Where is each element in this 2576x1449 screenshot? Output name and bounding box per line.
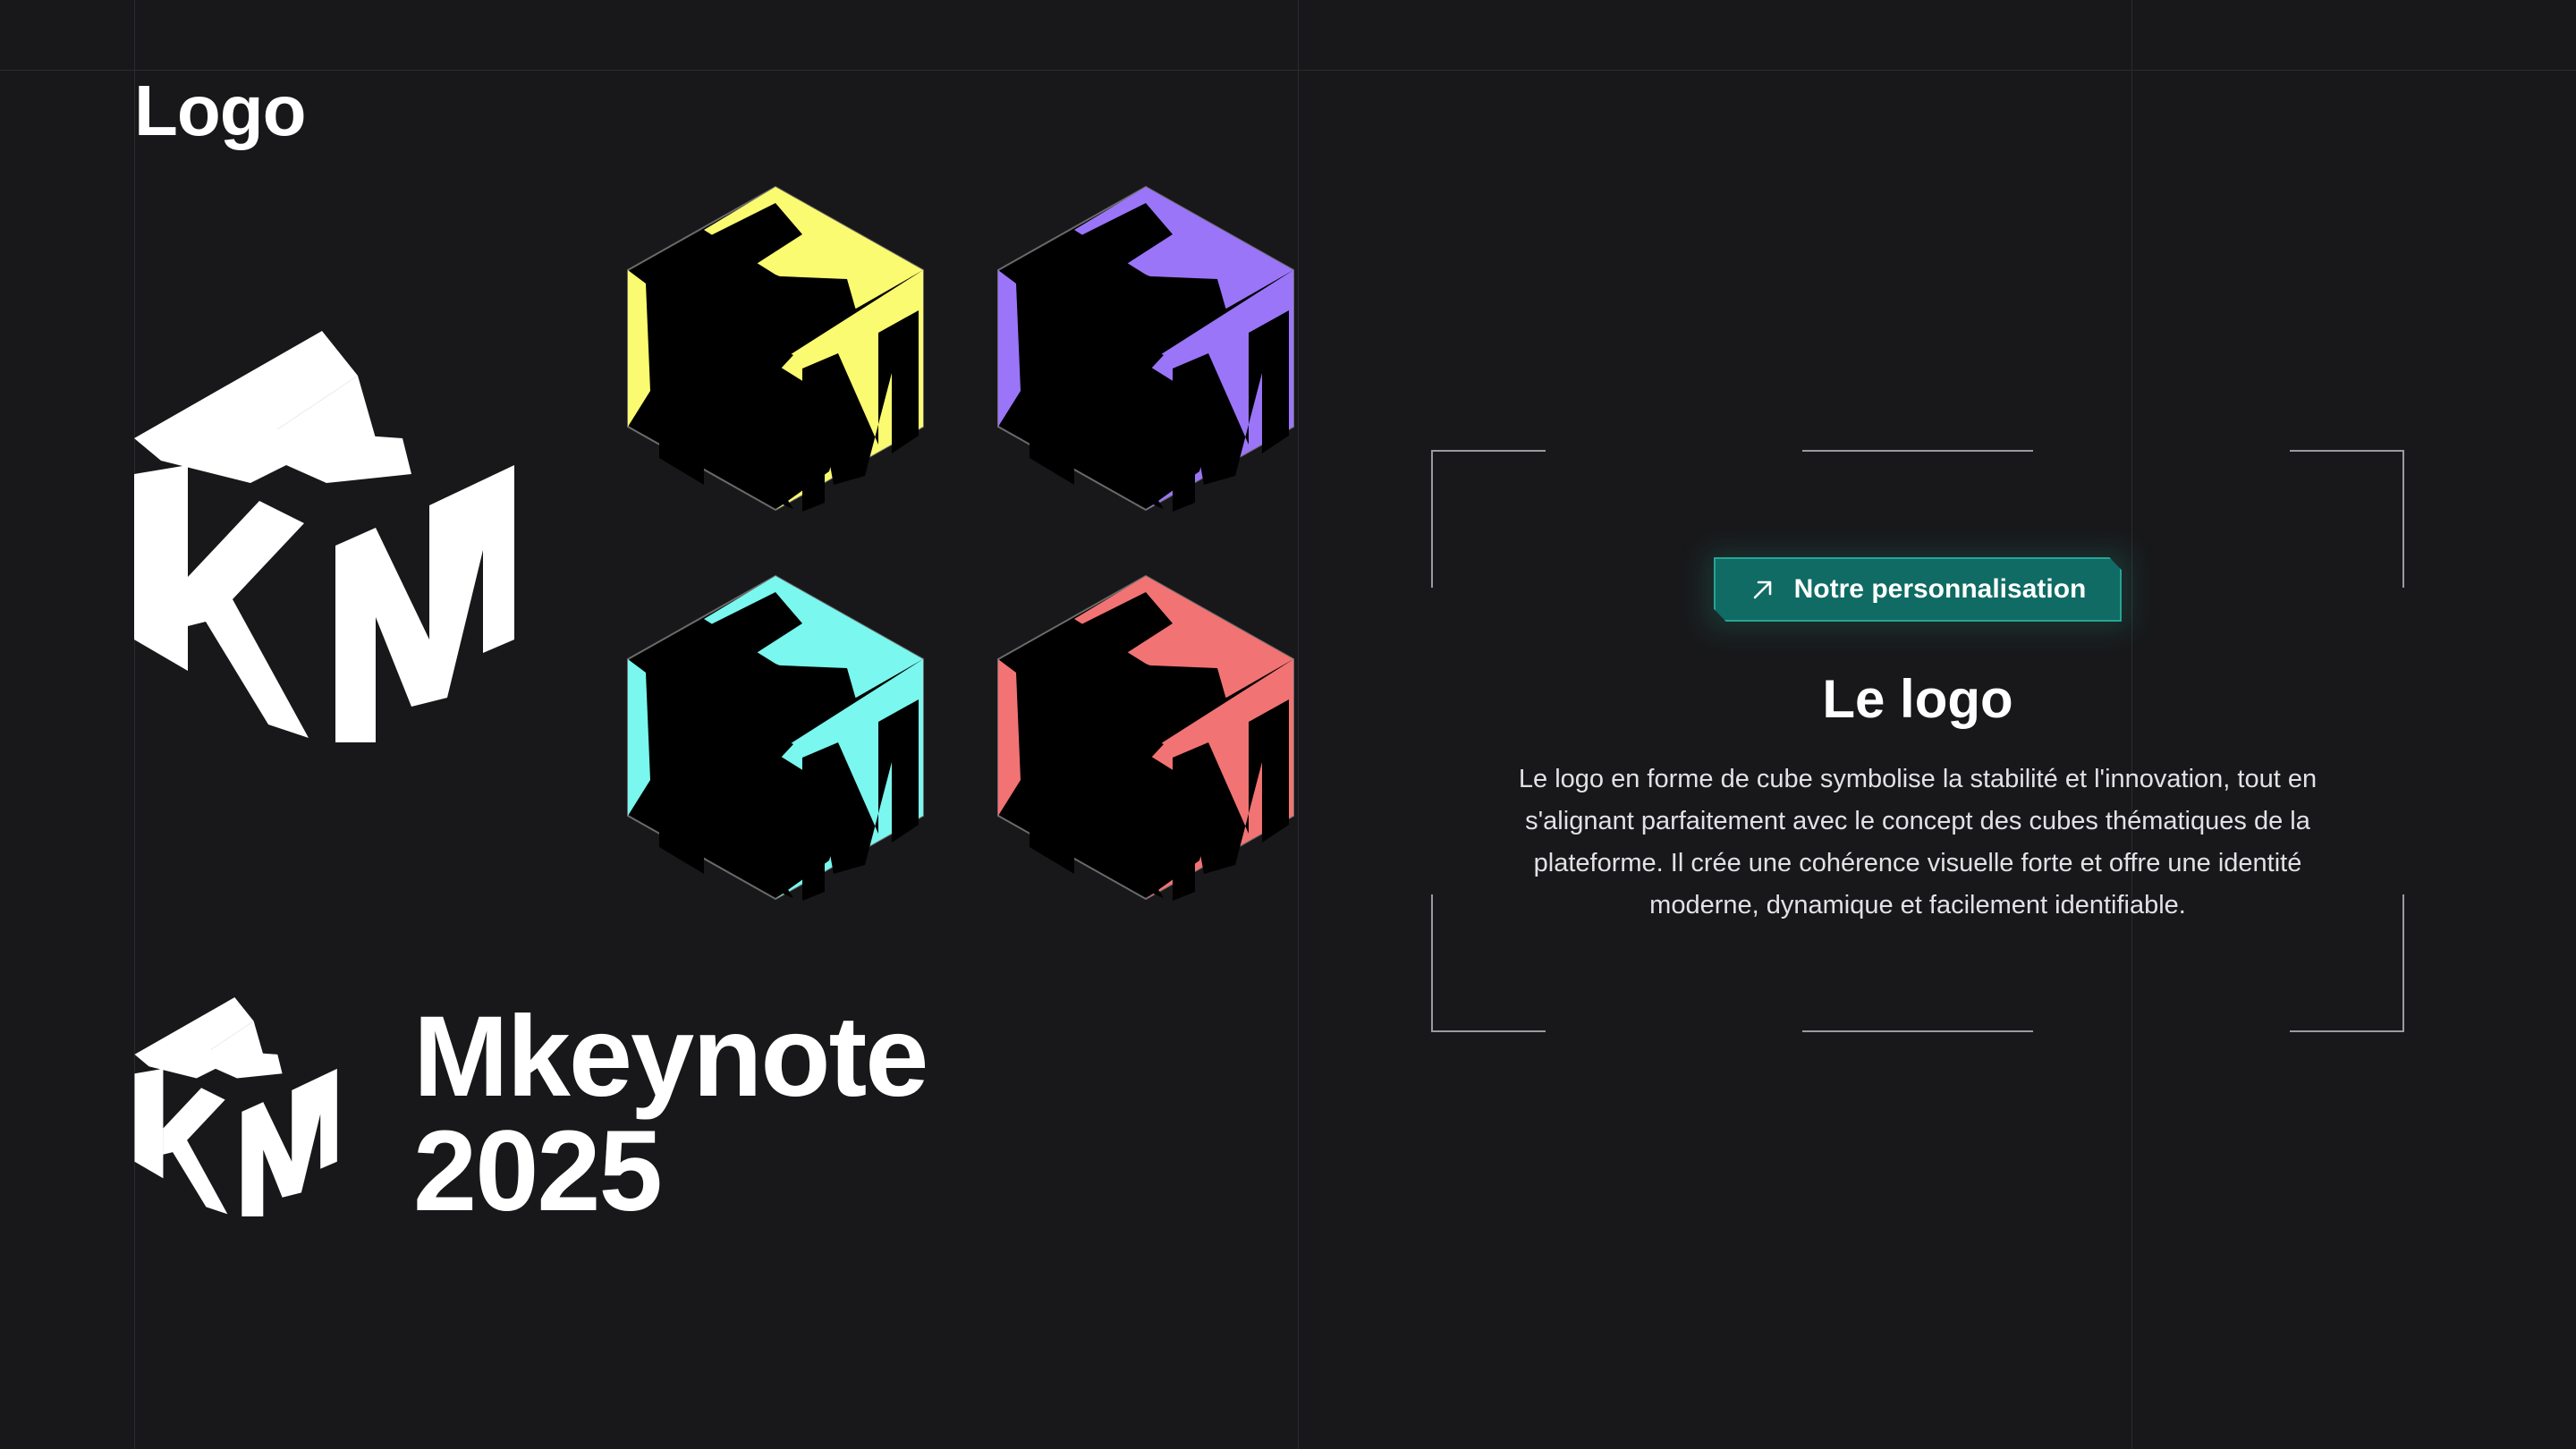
logo-k-shape [134,465,188,671]
wordmark-line-2: 2025 [413,1107,663,1235]
logo-variant-cyan [627,574,924,901]
brand-wordmark: Mkeynote 2025 [413,993,928,1235]
frame-corner [1431,894,1433,1032]
frame-corner [1431,450,1546,452]
logo-variant-purple [997,185,1294,512]
arrow-up-right-icon [1753,580,1771,599]
frame-corner [2402,894,2404,1032]
frame-edge [1802,450,2033,452]
section-title: Logo [134,71,306,150]
gridline-vertical [1298,0,1299,1449]
mkn-logo-small [134,997,337,1216]
gridline-horizontal [0,70,2576,71]
logo-m-shape [134,331,411,483]
brand-guidelines-page: Logo Mkeynote 2025 Notre personnalisatio… [0,0,2576,1449]
logo-description-card [1431,450,2404,1032]
mkn-logo-large [134,331,514,742]
logo-variant-yellow [627,185,924,512]
logo-variant-coral [997,574,1294,901]
wordmark-line-1: Mkeynote [413,993,928,1121]
logo-k-shape [188,501,309,738]
frame-corner [1431,1030,1546,1032]
card-title: Le logo [1822,669,2013,729]
card-description: Le logo en forme de cube symbolise la st… [1518,765,2318,919]
badge-label: Notre personnalisation [1793,574,2087,604]
logo-n-shape [335,465,514,742]
personalisation-badge[interactable]: Notre personnalisation [1714,557,2122,622]
frame-corner [2290,450,2404,452]
frame-corner [2402,450,2404,588]
frame-corner [1431,450,1433,588]
frame-edge [1802,1030,2033,1032]
frame-corner [2290,1030,2404,1032]
